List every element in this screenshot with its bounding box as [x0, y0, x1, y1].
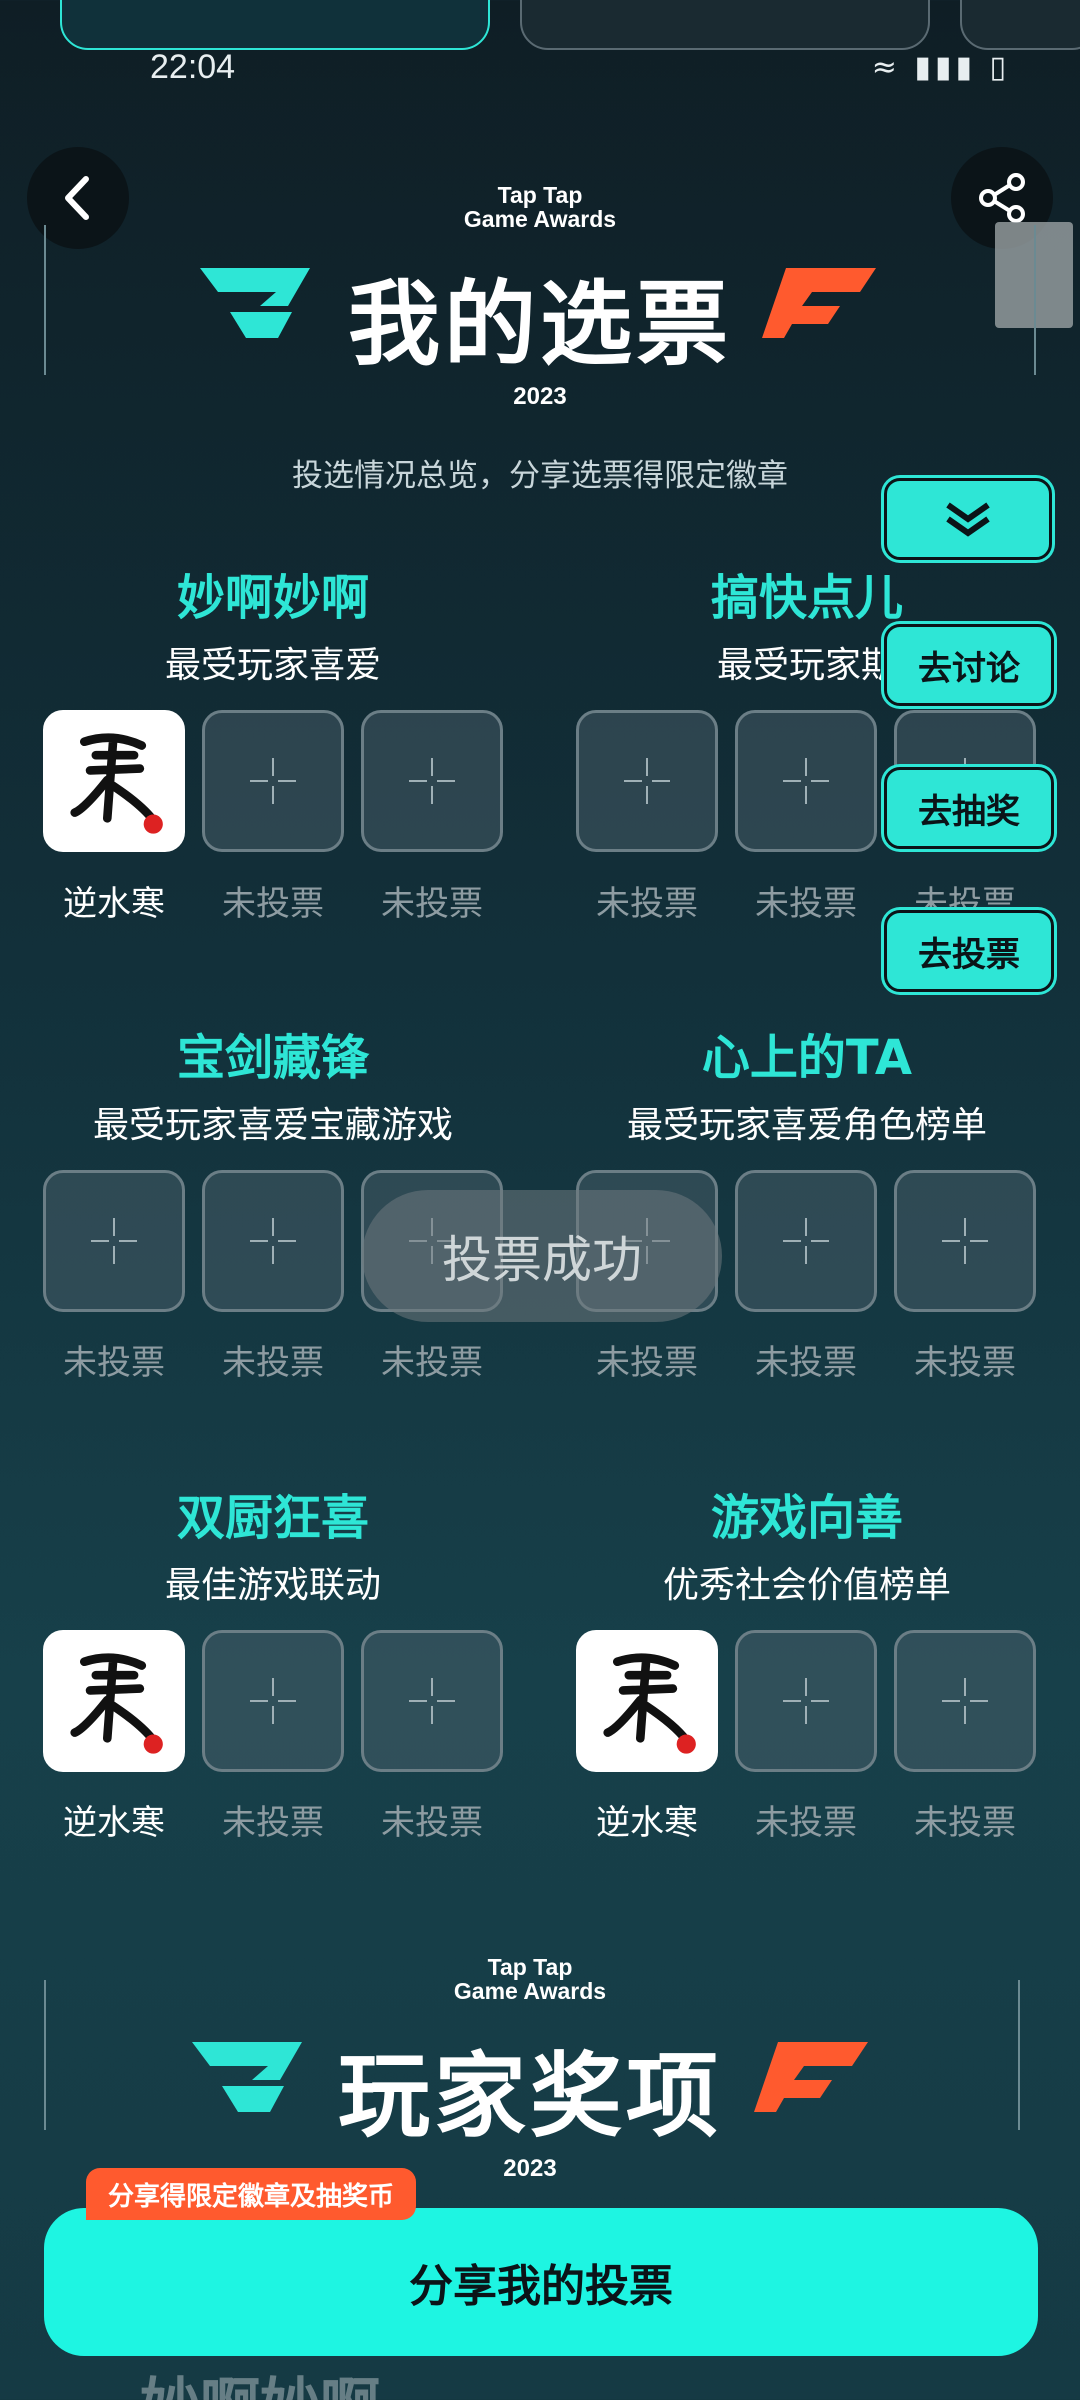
category-subtitle: 最受玩家喜爱宝藏游戏: [92, 1105, 453, 1146]
category-title: 宝剑藏锋: [176, 1030, 369, 1086]
top-tab[interactable]: [520, 0, 930, 50]
vote-slot-empty[interactable]: [735, 1630, 877, 1772]
slot-label: 逆水寒: [596, 1803, 698, 1843]
plus-icon: [409, 1678, 455, 1724]
vote-slot-empty[interactable]: [202, 1630, 344, 1772]
slot-label: 未投票: [381, 1803, 483, 1843]
double-chevron-down-icon: [946, 502, 990, 537]
status-icons: ≈ ▮▮▮ ▯: [871, 50, 1010, 85]
category-title: 妙啊妙啊: [176, 570, 369, 626]
vote-slot[interactable]: [43, 1630, 185, 1772]
brand-line1: Tap Tap: [487, 1954, 573, 1980]
slot-label: 未投票: [755, 1803, 857, 1843]
discuss-button[interactable]: 去讨论: [884, 624, 1054, 706]
plus-icon: [409, 758, 455, 804]
vote-slot-empty[interactable]: [735, 710, 877, 852]
slot-label: 未投票: [914, 1343, 1016, 1383]
next-category-peek: 妙啊妙啊: [140, 2358, 380, 2400]
slot-label: 未投票: [596, 1343, 698, 1383]
game-icon-nishuihan: [579, 1633, 715, 1769]
plus-icon: [783, 758, 829, 804]
category-subtitle: 优秀社会价值榜单: [662, 1565, 951, 1606]
slot-label: 未投票: [914, 1803, 1016, 1843]
status-time: 22:04: [150, 48, 236, 86]
category-title: 搞快点儿: [710, 570, 903, 626]
slot-label: 未投票: [755, 884, 857, 924]
slot-label: 未投票: [222, 884, 324, 924]
category-title: 心上的TA: [701, 1030, 913, 1086]
vote-slot[interactable]: [576, 1630, 718, 1772]
slot-label: 逆水寒: [63, 1803, 165, 1843]
vote-slot[interactable]: [43, 710, 185, 852]
category-title: 游戏向善: [710, 1490, 903, 1546]
brand-line2: Game Awards: [463, 206, 617, 232]
toast-message: 投票成功: [362, 1190, 722, 1322]
vote-slot-empty[interactable]: [735, 1170, 877, 1312]
plus-icon: [250, 1218, 296, 1264]
slot-label: 未投票: [63, 1343, 165, 1383]
vote-slot-empty[interactable]: [361, 710, 503, 852]
page-title: 我的选票: [347, 271, 732, 378]
top-tab-active[interactable]: [60, 0, 490, 50]
vote-slot-empty[interactable]: [43, 1170, 185, 1312]
slot-label: 逆水寒: [63, 884, 165, 924]
plus-icon: [783, 1678, 829, 1724]
plus-icon: [624, 758, 670, 804]
plus-icon: [783, 1218, 829, 1264]
brand-line2: Game Awards: [453, 1978, 607, 2004]
section-title: 玩家奖项: [337, 2043, 722, 2150]
vote-slot-empty[interactable]: [361, 1630, 503, 1772]
category-subtitle: 最受玩家喜爱角色榜单: [626, 1105, 987, 1146]
logo-right-icon: [762, 268, 876, 338]
brand-line1: Tap Tap: [497, 182, 583, 208]
slot-label: 未投票: [381, 884, 483, 924]
slot-label: 未投票: [755, 1343, 857, 1383]
logo-right-icon: [754, 2042, 868, 2112]
lottery-button[interactable]: 去抽奖: [884, 767, 1054, 849]
plus-icon: [91, 1218, 137, 1264]
vote-slot-empty[interactable]: [202, 1170, 344, 1312]
category-subtitle: 最受玩家喜爱: [164, 645, 381, 686]
plus-icon: [250, 758, 296, 804]
category-subtitle: 最佳游戏联动: [164, 1565, 381, 1606]
vote-slot-empty[interactable]: [202, 710, 344, 852]
slot-label: 未投票: [596, 884, 698, 924]
collapse-button[interactable]: [884, 478, 1052, 560]
plus-icon: [942, 1218, 988, 1264]
vote-button[interactable]: 去投票: [884, 910, 1054, 992]
plus-icon: [250, 1678, 296, 1724]
vote-slot-empty[interactable]: [576, 710, 718, 852]
slot-label: 未投票: [222, 1343, 324, 1383]
share-reward-badge: 分享得限定徽章及抽奖币: [86, 2168, 417, 2220]
vote-slot-empty[interactable]: [894, 1630, 1036, 1772]
category-title: 双厨狂喜: [176, 1490, 369, 1546]
slot-label: 未投票: [381, 1343, 483, 1383]
game-icon-nishuihan: [46, 713, 182, 849]
year-label: 2023: [513, 383, 567, 410]
slot-label: 未投票: [222, 1803, 324, 1843]
game-icon-nishuihan: [46, 1633, 182, 1769]
share-my-votes-button[interactable]: 分享我的投票: [44, 2208, 1038, 2356]
plus-icon: [942, 1678, 988, 1724]
top-tab[interactable]: [960, 0, 1080, 50]
vote-slot-empty[interactable]: [894, 1170, 1036, 1312]
